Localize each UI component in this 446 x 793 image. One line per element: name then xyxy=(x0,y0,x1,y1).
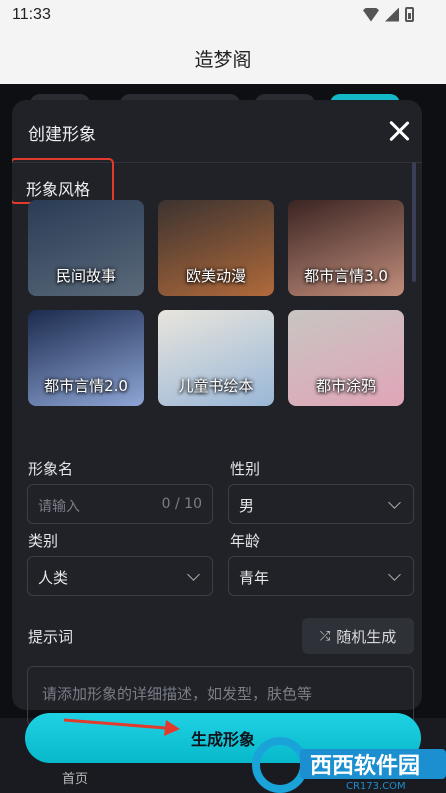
style-card[interactable]: 都市言情2.0 xyxy=(28,310,144,406)
chevron-down-icon xyxy=(187,568,200,581)
app-header: 造梦阁 xyxy=(0,32,446,84)
status-bar: 11:33 xyxy=(0,0,446,32)
age-label: 年龄 xyxy=(230,532,261,550)
name-input[interactable]: 请输入 0 / 10 xyxy=(27,484,213,524)
prompt-label: 提示词 xyxy=(28,628,74,646)
gender-select[interactable]: 男 xyxy=(228,484,414,524)
status-time: 11:33 xyxy=(12,6,51,23)
name-input-placeholder: 请输入 xyxy=(38,499,80,515)
style-grid-scrollbar[interactable] xyxy=(412,162,416,282)
random-generate-button[interactable]: ⤮ 随机生成 xyxy=(302,618,414,654)
age-value: 青年 xyxy=(239,569,270,587)
watermark-brand: 西西软件园 xyxy=(310,753,420,779)
status-icons xyxy=(363,7,414,22)
chevron-down-icon xyxy=(388,568,401,581)
nav-label-home: 首页 xyxy=(62,772,89,787)
style-card[interactable]: 都市言情3.0 xyxy=(288,200,404,296)
annotation-arrow-icon xyxy=(63,718,180,736)
signal-icon xyxy=(385,7,399,22)
close-icon[interactable] xyxy=(386,118,412,144)
style-section-label: 形象风格 xyxy=(26,180,91,199)
style-card[interactable]: 欧美动漫 xyxy=(158,200,274,296)
name-input-counter: 0 / 10 xyxy=(161,496,202,512)
style-card[interactable]: 儿童书绘本 xyxy=(158,310,274,406)
style-card-label: 欧美动漫 xyxy=(185,267,246,285)
style-card[interactable]: 民间故事 xyxy=(28,200,144,296)
watermark-logo: 西西软件园 CR173.COM xyxy=(250,721,446,793)
battery-icon xyxy=(405,7,414,22)
prompt-placeholder: 请添加形象的详细描述，如发型，肤色等 xyxy=(42,685,313,703)
name-label: 形象名 xyxy=(28,460,74,478)
category-label: 类别 xyxy=(28,532,59,550)
generate-character-label: 生成形象 xyxy=(190,730,255,749)
gender-label: 性别 xyxy=(230,460,261,478)
dialog-title: 创建形象 xyxy=(28,125,96,145)
style-card-label: 都市涂鸦 xyxy=(315,377,376,395)
gender-value: 男 xyxy=(239,497,255,515)
random-generate-label: 随机生成 xyxy=(336,627,397,646)
style-grid: 民间故事 欧美动漫 都市言情3.0 都市言情2.0 儿童书绘本 都市涂鸦 xyxy=(28,200,408,418)
category-value: 人类 xyxy=(38,569,69,587)
style-card-label: 民间故事 xyxy=(55,267,116,285)
watermark-domain: CR173.COM xyxy=(346,781,406,792)
style-card[interactable]: 都市涂鸦 xyxy=(288,310,404,406)
wifi-icon xyxy=(363,7,379,22)
style-card-label: 儿童书绘本 xyxy=(178,377,254,395)
shuffle-icon: ⤮ xyxy=(319,628,331,644)
age-select[interactable]: 青年 xyxy=(228,556,414,596)
style-card-label: 都市言情2.0 xyxy=(44,377,128,395)
category-select[interactable]: 人类 xyxy=(27,556,213,596)
style-card-label: 都市言情3.0 xyxy=(304,267,388,285)
chevron-down-icon xyxy=(388,496,401,509)
app-title: 造梦阁 xyxy=(194,48,252,71)
